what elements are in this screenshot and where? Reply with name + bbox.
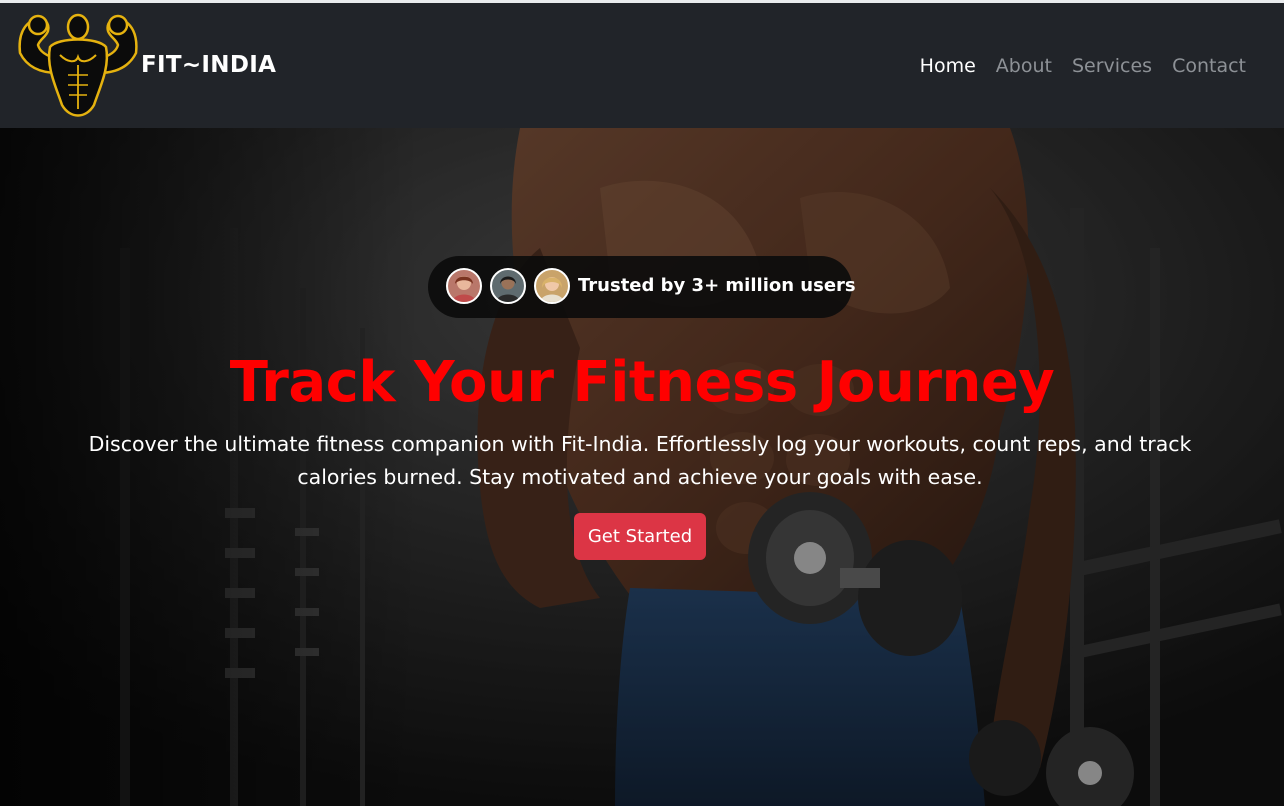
page: FIT~INDIA Home About Services Contact Tr… (0, 0, 1284, 806)
trusted-users-text: Trusted by 3+ million users (578, 275, 856, 296)
trusted-users-badge: Trusted by 3+ million users (428, 256, 856, 318)
get-started-button[interactable]: Get Started (574, 513, 706, 560)
nav-link-home[interactable]: Home (910, 55, 986, 77)
nav-link-contact[interactable]: Contact (1162, 55, 1256, 77)
nav-link-about[interactable]: About (986, 55, 1062, 77)
user-avatar-1 (446, 268, 482, 304)
nav-menu: Home About Services Contact (910, 55, 1256, 77)
brand-name[interactable]: FIT~INDIA (141, 52, 276, 78)
nav-link-services[interactable]: Services (1062, 55, 1162, 77)
user-avatar-2 (490, 268, 526, 304)
muscleman-logo-icon[interactable] (14, 13, 142, 121)
hero-description: Discover the ultimate fitness companion … (88, 432, 1192, 489)
hero-headline: Track Your Fitness Journey (229, 350, 1055, 415)
navbar: FIT~INDIA Home About Services Contact (0, 3, 1284, 128)
user-avatar-3 (534, 268, 570, 304)
hero-section: Trusted by 3+ million users Track Your F… (0, 128, 1284, 806)
